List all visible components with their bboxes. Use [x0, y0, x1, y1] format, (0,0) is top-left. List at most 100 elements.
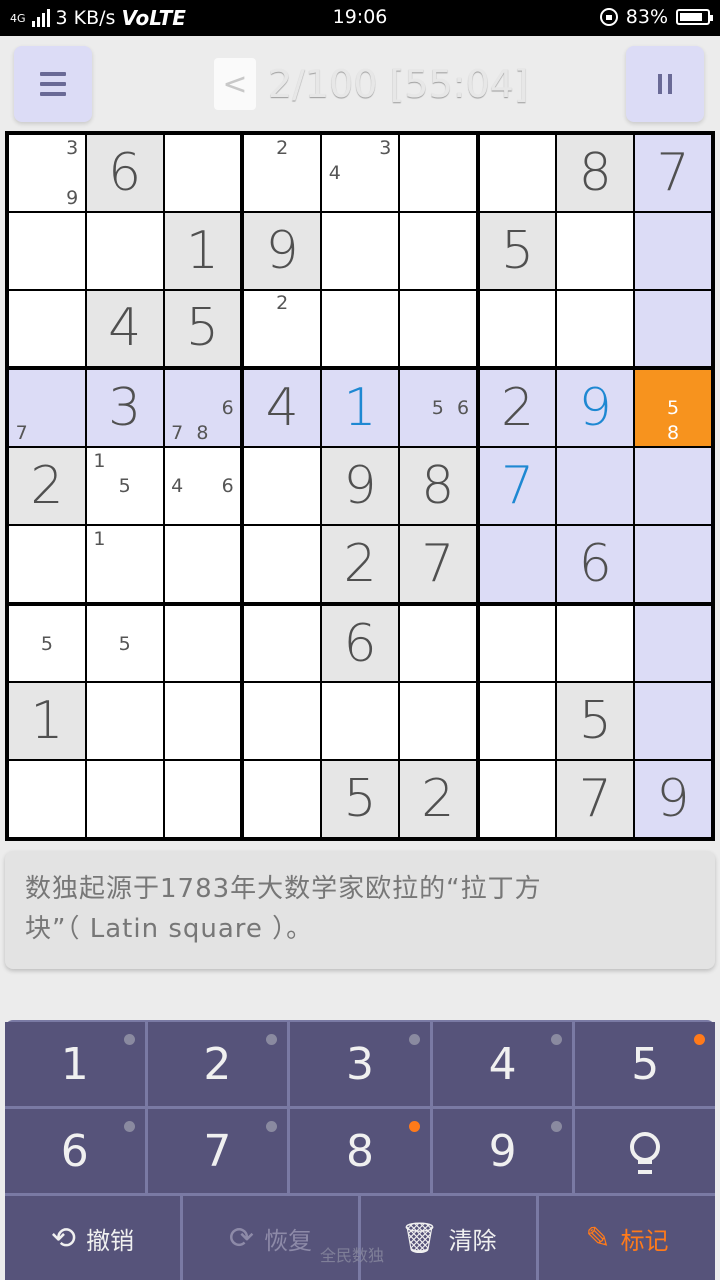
sudoku-cell[interactable]: 56 — [399, 370, 476, 447]
digit-key-3[interactable]: 3 — [290, 1022, 430, 1106]
sudoku-cell[interactable] — [557, 290, 634, 367]
sudoku-cell[interactable] — [9, 290, 85, 367]
digit-key-1[interactable]: 1 — [5, 1022, 145, 1106]
sudoku-cell[interactable] — [164, 525, 241, 602]
sudoku-cell[interactable]: 5 — [479, 212, 556, 289]
previous-puzzle-button[interactable]: < — [214, 58, 256, 110]
sudoku-cell[interactable]: 5 — [86, 605, 163, 682]
sudoku-cell[interactable] — [322, 212, 398, 289]
sudoku-cell[interactable]: 58 — [635, 370, 711, 447]
sudoku-cell[interactable]: 1 — [9, 683, 85, 760]
sudoku-cell[interactable] — [479, 135, 556, 211]
sudoku-cell[interactable] — [399, 290, 476, 367]
sudoku-cell[interactable]: 1 — [164, 212, 241, 289]
sudoku-cell[interactable] — [244, 683, 321, 760]
sudoku-cell[interactable]: 9 — [244, 212, 321, 289]
cell-note: 6 — [221, 474, 234, 497]
sudoku-cell[interactable] — [635, 525, 711, 602]
sudoku-cell[interactable]: 43 — [322, 135, 398, 211]
digit-key-6[interactable]: 6 — [5, 1109, 145, 1193]
digit-key-7[interactable]: 7 — [147, 1109, 288, 1193]
pause-button[interactable] — [626, 46, 704, 122]
sudoku-cell[interactable]: 7 — [399, 525, 476, 602]
sudoku-cell[interactable]: 3 — [86, 370, 163, 447]
sudoku-cell[interactable] — [86, 761, 163, 837]
lightbulb-icon — [630, 1132, 661, 1174]
sudoku-cell[interactable] — [322, 683, 398, 760]
sudoku-cell[interactable] — [557, 605, 634, 682]
sudoku-cell[interactable]: 6 — [322, 605, 398, 682]
sudoku-cell[interactable] — [164, 761, 241, 837]
sudoku-cell[interactable] — [635, 290, 711, 367]
digit-key-9[interactable]: 9 — [432, 1109, 573, 1193]
sudoku-cell[interactable]: 2 — [244, 290, 321, 367]
sudoku-cell[interactable]: 6 — [86, 135, 163, 211]
sudoku-cell[interactable]: 6 78 — [164, 370, 241, 447]
sudoku-cell[interactable] — [635, 605, 711, 682]
sudoku-cell[interactable] — [557, 212, 634, 289]
sudoku-cell[interactable]: 8 — [557, 135, 634, 211]
sudoku-cell[interactable] — [557, 448, 634, 524]
sudoku-cell[interactable] — [9, 525, 85, 602]
sudoku-cell[interactable] — [399, 605, 476, 682]
sudoku-cell[interactable] — [244, 761, 321, 837]
sudoku-cell[interactable] — [399, 135, 476, 211]
sudoku-cell[interactable]: 9 — [635, 761, 711, 837]
sudoku-cell[interactable]: 4 — [244, 370, 321, 447]
sudoku-cell[interactable] — [244, 605, 321, 682]
sudoku-cell[interactable] — [479, 605, 556, 682]
sudoku-cell[interactable]: 4 — [86, 290, 163, 367]
sudoku-cell[interactable]: 1 — [86, 525, 163, 602]
redo-button[interactable]: ⟳ 恢复 — [183, 1196, 358, 1280]
hint-button[interactable] — [575, 1109, 715, 1193]
sudoku-cell[interactable]: 2 — [9, 448, 85, 524]
sudoku-cell[interactable] — [164, 683, 241, 760]
sudoku-cell[interactable] — [399, 683, 476, 760]
sudoku-cell[interactable]: 5 — [164, 290, 241, 367]
sudoku-cell[interactable]: 1 — [322, 370, 398, 447]
sudoku-cell[interactable] — [164, 605, 241, 682]
digit-key-4[interactable]: 4 — [432, 1022, 573, 1106]
mark-button[interactable]: ✎ 标记 — [539, 1196, 715, 1280]
sudoku-cell[interactable]: 15 — [86, 448, 163, 524]
sudoku-cell[interactable] — [244, 448, 321, 524]
undo-button[interactable]: ⟲ 撤销 — [5, 1196, 180, 1280]
sudoku-cell[interactable] — [244, 525, 321, 602]
sudoku-cell[interactable] — [9, 761, 85, 837]
sudoku-cell[interactable]: 5 — [557, 683, 634, 760]
sudoku-cell[interactable]: 7 — [557, 761, 634, 837]
clear-button[interactable]: 🗑︎ 清除 — [361, 1196, 536, 1280]
digit-key-2[interactable]: 2 — [147, 1022, 288, 1106]
sudoku-cell[interactable] — [322, 290, 398, 367]
sudoku-cell[interactable] — [479, 525, 556, 602]
sudoku-cell[interactable]: 39 — [9, 135, 85, 211]
sudoku-cell[interactable] — [399, 212, 476, 289]
sudoku-cell[interactable]: 2 — [322, 525, 398, 602]
sudoku-cell[interactable]: 7 — [479, 448, 556, 524]
menu-button[interactable] — [14, 46, 92, 122]
sudoku-cell[interactable]: 7 — [635, 135, 711, 211]
digit-key-5[interactable]: 5 — [575, 1022, 715, 1106]
sudoku-cell[interactable] — [635, 448, 711, 524]
sudoku-cell[interactable]: 9 — [557, 370, 634, 447]
sudoku-cell[interactable]: 2 — [244, 135, 321, 211]
sudoku-cell[interactable]: 9 — [322, 448, 398, 524]
sudoku-cell[interactable] — [164, 135, 241, 211]
sudoku-cell[interactable] — [9, 212, 85, 289]
sudoku-cell[interactable]: 46 — [164, 448, 241, 524]
sudoku-cell[interactable]: 5 — [9, 605, 85, 682]
sudoku-cell[interactable]: 5 — [322, 761, 398, 837]
sudoku-cell[interactable]: 7 — [9, 370, 85, 447]
sudoku-cell[interactable] — [86, 683, 163, 760]
digit-key-8[interactable]: 8 — [290, 1109, 430, 1193]
sudoku-cell[interactable]: 2 — [479, 370, 556, 447]
sudoku-cell[interactable]: 6 — [557, 525, 634, 602]
sudoku-cell[interactable] — [479, 290, 556, 367]
sudoku-cell[interactable] — [479, 683, 556, 760]
sudoku-cell[interactable]: 2 — [399, 761, 476, 837]
sudoku-cell[interactable] — [86, 212, 163, 289]
sudoku-cell[interactable] — [479, 761, 556, 837]
sudoku-cell[interactable] — [635, 212, 711, 289]
sudoku-cell[interactable]: 8 — [399, 448, 476, 524]
sudoku-cell[interactable] — [635, 683, 711, 760]
